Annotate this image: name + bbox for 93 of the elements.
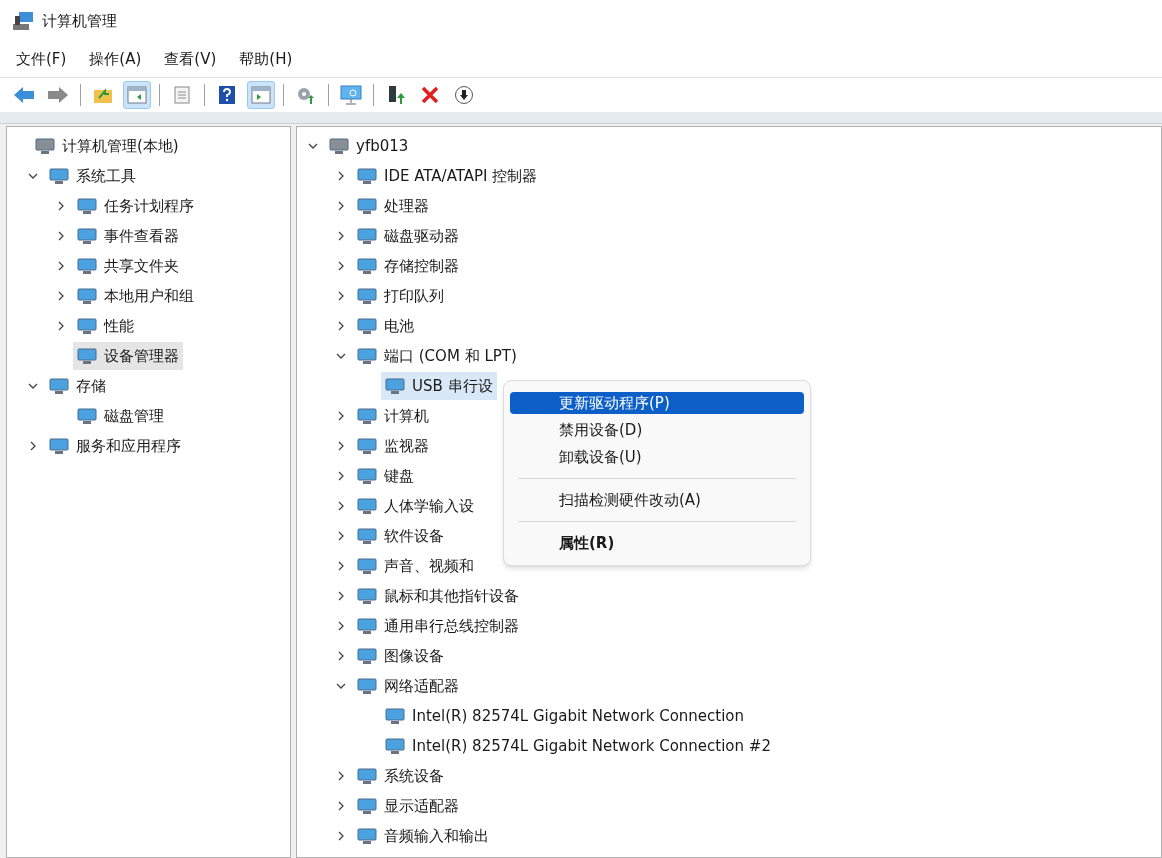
device-icon: [357, 827, 377, 845]
tree-item[interactable]: 任务计划程序: [73, 192, 198, 220]
tree-item[interactable]: yfb013: [325, 132, 413, 160]
menu-item[interactable]: 查看(V): [164, 48, 217, 71]
document-icon: [173, 86, 191, 104]
tree-item[interactable]: 监视器: [353, 432, 433, 460]
device-icon: [385, 707, 405, 725]
context-menu-item[interactable]: 属性(R): [510, 532, 804, 554]
device-icon: [357, 587, 377, 605]
tree-item[interactable]: 打印队列: [353, 282, 448, 310]
device-icon: [357, 797, 377, 815]
tree-item[interactable]: 计算机: [353, 402, 433, 430]
device-icon: [357, 497, 377, 515]
device-icon: [35, 137, 55, 155]
tree-item[interactable]: 系统设备: [353, 762, 448, 790]
driver-update-icon: [386, 85, 406, 105]
device-icon: [49, 437, 69, 455]
monitor-magnifier-icon: [340, 85, 362, 105]
window-pane-icon: [251, 86, 271, 104]
device-icon: [357, 317, 377, 335]
back-arrow-icon: [13, 86, 35, 104]
tree-item[interactable]: USB 串行设: [381, 372, 497, 400]
window-title: 计算机管理: [42, 10, 117, 32]
menu-item[interactable]: 操作(A): [89, 48, 142, 71]
device-icon: [357, 347, 377, 365]
device-icon: [385, 377, 405, 395]
tree-item[interactable]: 网络适配器: [353, 672, 463, 700]
tree-item[interactable]: 性能: [73, 312, 138, 340]
context-menu-item[interactable]: 扫描检测硬件改动(A): [510, 489, 804, 511]
device-icon: [49, 377, 69, 395]
device-icon: [357, 557, 377, 575]
device-icon: [357, 617, 377, 635]
tree-item[interactable]: 计算机管理(本地): [31, 132, 183, 160]
device-icon: [77, 317, 97, 335]
tree-item[interactable]: 人体学输入设: [353, 492, 478, 520]
tree-item[interactable]: 音频输入和输出: [353, 822, 493, 850]
tree-item[interactable]: 软件设备: [353, 522, 448, 550]
device-icon: [49, 167, 69, 185]
tree-item[interactable]: Intel(R) 82574L Gigabit Network Connection: [381, 702, 749, 730]
menu-item[interactable]: 文件(F): [16, 48, 67, 71]
tree-item[interactable]: 端口 (COM 和 LPT): [353, 342, 521, 370]
device-icon: [77, 347, 97, 365]
folder-up-icon: [93, 86, 113, 104]
device-icon: [329, 137, 349, 155]
context-menu-item[interactable]: 卸载设备(U): [510, 446, 804, 468]
tree-item[interactable]: 显示适配器: [353, 792, 463, 820]
device-icon: [77, 227, 97, 245]
device-icon: [357, 227, 377, 245]
help-icon: [218, 85, 236, 105]
download-icon: [454, 85, 474, 105]
device-icon: [77, 407, 97, 425]
device-icon: [357, 287, 377, 305]
device-icon: [357, 767, 377, 785]
tree-item[interactable]: 存储: [45, 372, 110, 400]
tree-item[interactable]: 磁盘管理: [73, 402, 168, 430]
device-icon: [357, 197, 377, 215]
tree-item[interactable]: 声音、视频和: [353, 552, 478, 580]
device-icon: [357, 407, 377, 425]
device-icon: [357, 527, 377, 545]
tree-item[interactable]: 电池: [353, 312, 418, 340]
device-icon: [77, 197, 97, 215]
device-icon: [357, 167, 377, 185]
tree-item[interactable]: 通用串行总线控制器: [353, 612, 523, 640]
tree-item[interactable]: 存储控制器: [353, 252, 463, 280]
forward-arrow-icon: [47, 86, 69, 104]
tree-item[interactable]: 磁盘驱动器: [353, 222, 463, 250]
device-icon: [357, 647, 377, 665]
tree-item[interactable]: 服务和应用程序: [45, 432, 185, 460]
tree-item[interactable]: Intel(R) 82574L Gigabit Network Connection #2: [381, 732, 775, 760]
tree-item[interactable]: 处理器: [353, 192, 433, 220]
device-icon: [77, 287, 97, 305]
delete-icon: [421, 86, 439, 104]
device-icon: [357, 467, 377, 485]
tree-item[interactable]: 键盘: [353, 462, 418, 490]
device-icon: [357, 257, 377, 275]
tree-item[interactable]: 事件查看器: [73, 222, 183, 250]
tree-item[interactable]: 系统工具: [45, 162, 140, 190]
device-icon: [77, 257, 97, 275]
menu-item[interactable]: 帮助(H): [239, 48, 293, 71]
tree-item[interactable]: 本地用户和组: [73, 282, 198, 310]
gear-icon: [296, 85, 316, 105]
tree-item[interactable]: 图像设备: [353, 642, 448, 670]
tree-item[interactable]: 共享文件夹: [73, 252, 183, 280]
device-icon: [357, 437, 377, 455]
window-pane-icon: [127, 86, 147, 104]
tree-item[interactable]: 设备管理器: [73, 342, 183, 370]
tree-item[interactable]: 鼠标和其他指针设备: [353, 582, 523, 610]
context-menu-item[interactable]: 禁用设备(D): [510, 419, 804, 441]
device-icon: [385, 737, 405, 755]
context-menu-item[interactable]: 更新驱动程序(P): [510, 392, 804, 414]
device-icon: [357, 677, 377, 695]
tree-item[interactable]: IDE ATA/ATAPI 控制器: [353, 162, 542, 190]
computer-management-icon: [12, 11, 34, 31]
